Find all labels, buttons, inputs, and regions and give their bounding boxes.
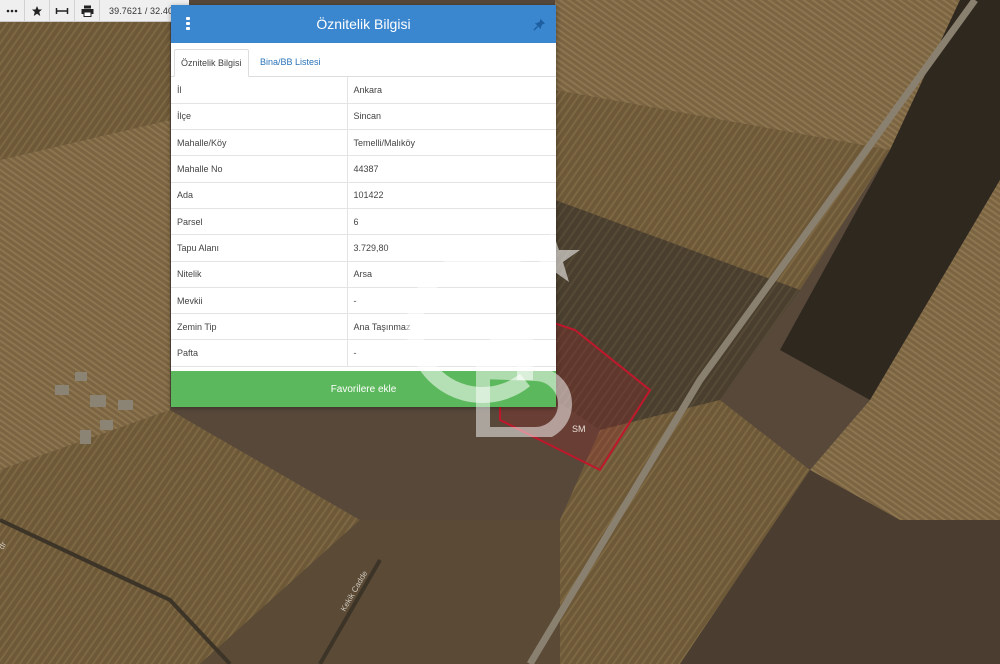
table-row: Mevkii - <box>171 287 556 315</box>
table-row: İl Ankara <box>171 77 556 104</box>
table-row: Mahalle No 44387 <box>171 155 556 183</box>
parcel-label: SM <box>572 424 586 434</box>
attribute-key: Tapu Alanı <box>171 234 347 262</box>
table-row: Tapu Alanı 3.729,80 <box>171 234 556 262</box>
tab-building-list[interactable]: Bina/BB Listesi <box>254 49 327 77</box>
attribute-panel: Öznitelik Bilgisi Öznitelik Bilgisi Bina… <box>171 5 556 407</box>
table-row: Parsel 6 <box>171 208 556 236</box>
attribute-value: Arsa <box>346 261 556 288</box>
map-toolbar: 39.7621 / 32.4003 <box>0 0 190 22</box>
table-row: Zemin Tip Ana Taşınmaz <box>171 313 556 341</box>
attribute-key: İl <box>171 77 347 104</box>
attribute-key: İlçe <box>171 103 347 131</box>
attribute-value: 101422 <box>346 182 556 209</box>
table-row: Nitelik Arsa <box>171 261 556 288</box>
attribute-value: 3.729,80 <box>346 234 556 262</box>
attribute-value: - <box>346 287 556 315</box>
table-row: Pafta - <box>171 339 556 367</box>
attribute-value: - <box>346 339 556 367</box>
attribute-key: Nitelik <box>171 261 347 288</box>
panel-title: Öznitelik Bilgisi <box>316 16 411 32</box>
attribute-key: Ada <box>171 182 347 209</box>
table-row: Mahalle/Köy Temelli/Malıköy <box>171 129 556 157</box>
attribute-key: Zemin Tip <box>171 313 347 341</box>
attribute-table: İl Ankara İlçe Sincan Mahalle/Köy Temelli/M… <box>171 77 556 367</box>
attribute-key: Parsel <box>171 208 347 236</box>
attribute-value: Ana Taşınmaz <box>346 313 556 341</box>
attribute-key: Mahalle/Köy <box>171 129 347 157</box>
attribute-key: Mahalle No <box>171 155 347 183</box>
attribute-value: 44387 <box>346 155 556 183</box>
table-row: İlçe Sincan <box>171 103 556 131</box>
menu-dots-icon[interactable] <box>0 0 25 22</box>
table-row: Ada 101422 <box>171 182 556 209</box>
vertical-menu-icon[interactable] <box>186 17 192 31</box>
panel-tabs: Öznitelik Bilgisi Bina/BB Listesi <box>171 43 556 77</box>
tab-attribute-info[interactable]: Öznitelik Bilgisi <box>174 49 249 77</box>
attribute-key: Pafta <box>171 339 347 367</box>
attribute-key: Mevkii <box>171 287 347 315</box>
attribute-value: Temelli/Malıköy <box>346 129 556 157</box>
add-to-favorites-button[interactable]: Favorilere ekle <box>171 371 556 407</box>
star-icon[interactable] <box>25 0 50 22</box>
print-icon[interactable] <box>75 0 100 22</box>
attribute-value: Ankara <box>346 77 556 104</box>
measure-icon[interactable] <box>50 0 75 22</box>
panel-header: Öznitelik Bilgisi <box>171 5 556 43</box>
pin-icon[interactable] <box>533 18 546 31</box>
attribute-value: 6 <box>346 208 556 236</box>
attribute-value: Sincan <box>346 103 556 131</box>
field <box>0 120 170 470</box>
